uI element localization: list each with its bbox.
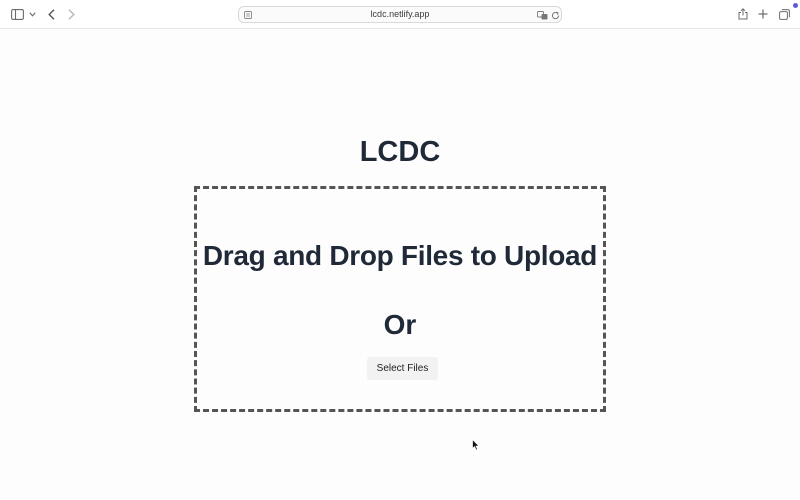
chevron-down-icon[interactable] (28, 10, 36, 18)
notification-dot (793, 3, 798, 8)
url-text[interactable]: lcdc.netlify.app (239, 9, 561, 19)
forward-arrow-icon[interactable] (66, 8, 76, 20)
page-content: LCDC Drag and Drop Files to Upload Or Se… (0, 30, 800, 500)
select-files-button[interactable]: Select Files (367, 357, 438, 380)
back-arrow-icon[interactable] (46, 8, 56, 20)
tab-overview-icon[interactable] (778, 8, 790, 20)
page-title: LCDC (359, 136, 441, 168)
browser-toolbar: lcdc.netlify.app (0, 0, 800, 29)
address-bar[interactable]: lcdc.netlify.app (238, 6, 562, 23)
plus-icon[interactable] (757, 8, 769, 20)
reload-icon[interactable] (550, 10, 560, 20)
translate-icon[interactable] (537, 10, 548, 20)
share-icon[interactable] (737, 7, 748, 21)
mouse-pointer-icon (472, 438, 480, 456)
sidebar-toggle-icon[interactable] (10, 8, 24, 20)
dropzone-or-text: Or (383, 309, 417, 340)
dropzone-heading: Drag and Drop Files to Upload (202, 240, 598, 271)
file-dropzone[interactable]: Drag and Drop Files to Upload Or Select … (194, 186, 606, 412)
